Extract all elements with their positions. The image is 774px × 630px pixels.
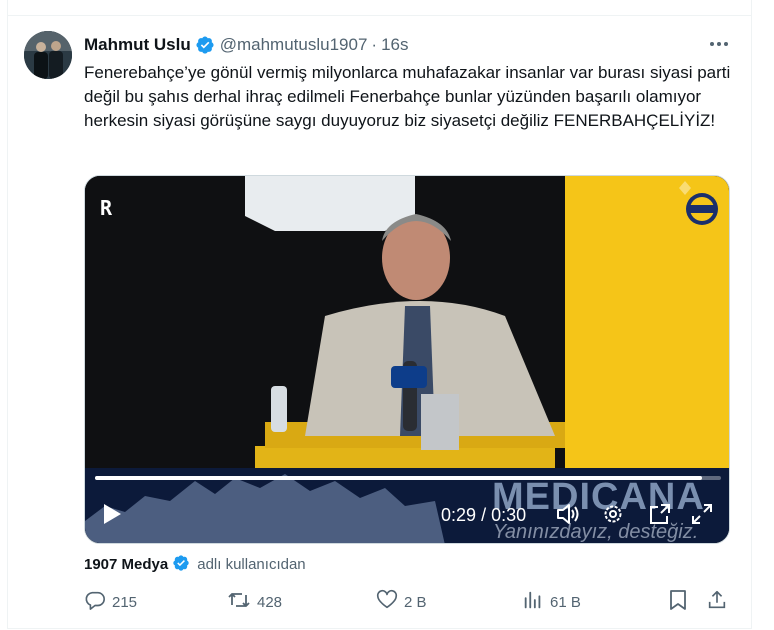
reply-count: 215: [112, 593, 138, 611]
video-timecode: 0:29 / 0:30: [441, 505, 526, 526]
avatar[interactable]: [24, 31, 72, 79]
settings-button[interactable]: [600, 504, 626, 528]
duration: 0:30: [491, 505, 527, 525]
share-button[interactable]: [706, 590, 728, 614]
fullscreen-icon: [691, 503, 713, 530]
bookmark-button[interactable]: [668, 590, 688, 614]
more-options-button[interactable]: [705, 33, 733, 53]
verified-badge-icon: [172, 554, 192, 574]
source-label: adlı kullanıcıdan: [197, 555, 306, 573]
more-horizontal-icon: [709, 34, 729, 52]
divider: [7, 15, 752, 16]
verified-badge-icon: [195, 35, 215, 55]
bookmark-icon: [668, 589, 688, 615]
volume-icon: [556, 503, 580, 530]
tweet-timestamp[interactable]: 16s: [381, 35, 408, 55]
picture-in-picture-button[interactable]: [647, 503, 673, 530]
fullscreen-button[interactable]: [689, 503, 715, 530]
retweet-icon: [227, 589, 251, 615]
picture-in-picture-icon: [649, 503, 671, 530]
like-button[interactable]: 2 B: [376, 589, 427, 615]
retweet-count: 428: [257, 593, 283, 611]
like-icon: [376, 589, 398, 615]
views-icon: [522, 589, 544, 615]
time-separator: /: [481, 505, 487, 525]
reply-icon: [84, 589, 106, 615]
video-player[interactable]: R MEDICANA Yanınızdayız, desteğiz. 0:29 …: [84, 175, 730, 544]
like-count: 2 B: [404, 593, 427, 611]
views-button[interactable]: 61 B: [522, 590, 581, 614]
tweet-header: Mahmut Uslu @mahmutuslu1907 · 16s: [84, 34, 409, 56]
play-button[interactable]: [99, 503, 125, 530]
play-icon: [102, 503, 122, 530]
retweet-button[interactable]: 428: [227, 590, 282, 614]
author-handle[interactable]: @mahmutuslu1907: [220, 35, 368, 55]
video-progress-fill: [95, 476, 703, 480]
views-count: 61 B: [550, 593, 581, 611]
separator-dot: ·: [371, 35, 378, 54]
video-source-attribution: 1907 Medya adlı kullanıcıdan: [84, 554, 306, 574]
channel-watermark: R: [100, 196, 113, 220]
source-account-name[interactable]: 1907 Medya: [84, 556, 168, 573]
video-progress-bar[interactable]: [95, 476, 721, 480]
current-time: 0:29: [441, 505, 477, 525]
author-name[interactable]: Mahmut Uslu: [84, 35, 191, 55]
tweet-text: Fenerebahçe’ye gönül vermiş milyonlarca …: [84, 63, 731, 130]
settings-icon: [602, 503, 624, 530]
reply-button[interactable]: 215: [84, 590, 137, 614]
volume-button[interactable]: [555, 503, 581, 530]
share-icon: [706, 589, 728, 615]
tweet-actions: 215 428 2 B 61 B: [84, 589, 732, 615]
